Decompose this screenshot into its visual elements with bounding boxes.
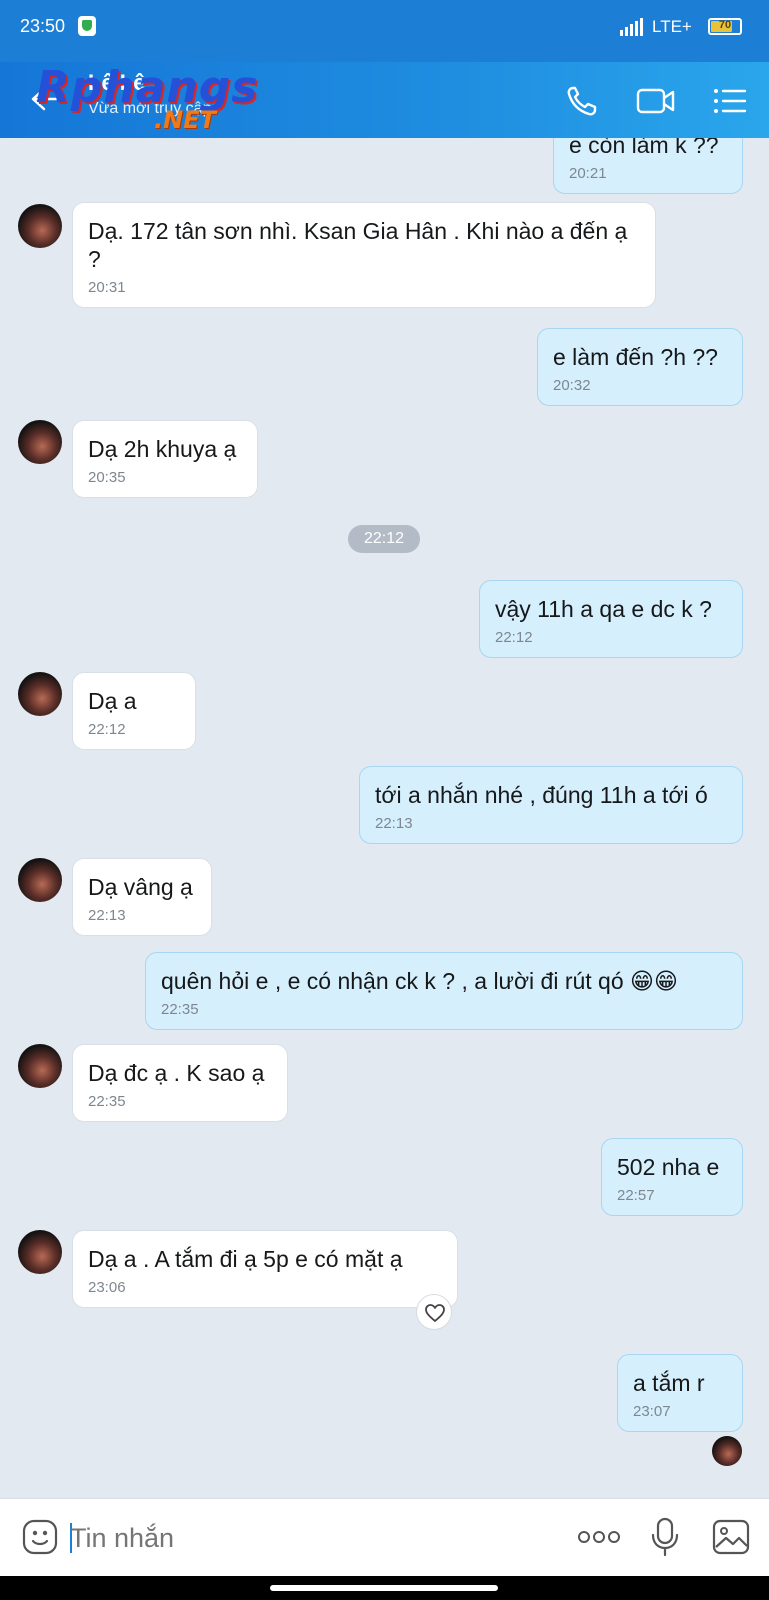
watermark-text: Rphangs <box>36 62 259 113</box>
message-incoming[interactable]: Dạ vâng ạ 22:13 <box>72 858 212 936</box>
more-options-icon[interactable] <box>576 1525 622 1549</box>
chat-header: Lê Lê Vừa mới truy cập Rphangs .NET <box>0 62 769 138</box>
message-list[interactable]: e còn làm k ?? 20:21 Dạ. 172 tân sơn nhì… <box>0 138 769 1498</box>
status-time: 23:50 <box>20 16 66 36</box>
message-time: 22:57 <box>617 1187 655 1204</box>
signal-icon <box>620 18 644 36</box>
message-text: Dạ. 172 tân sơn nhì. Ksan Gia Hân . Khi … <box>88 218 628 272</box>
message-outgoing[interactable]: vậy 11h a qa e dc k ? 22:12 <box>479 580 743 658</box>
message-incoming[interactable]: Dạ 2h khuya ạ 20:35 <box>72 420 258 498</box>
battery-level: 70 <box>718 19 732 31</box>
message-time: 22:35 <box>88 1093 126 1110</box>
home-gesture-handle[interactable] <box>270 1585 498 1591</box>
message-text: quên hỏi e , e có nhận ck k ? , a lười đ… <box>161 968 678 994</box>
message-time: 20:32 <box>553 377 591 394</box>
avatar[interactable] <box>18 858 62 902</box>
message-outgoing[interactable]: a tắm r 23:07 <box>617 1354 743 1432</box>
avatar[interactable] <box>18 1044 62 1088</box>
message-incoming[interactable]: Dạ đc ạ . K sao ạ 22:35 <box>72 1044 288 1122</box>
image-gallery-icon[interactable] <box>712 1519 750 1555</box>
message-text: Dạ a <box>88 688 137 714</box>
message-text: e làm đến ?h ?? <box>553 344 718 370</box>
avatar[interactable] <box>18 672 62 716</box>
seen-avatar <box>712 1436 742 1466</box>
message-time: 20:35 <box>88 469 126 486</box>
message-text: Dạ đc ạ . K sao ạ <box>88 1060 265 1086</box>
battery-icon: 70 <box>708 18 742 35</box>
message-incoming[interactable]: Dạ a . A tắm đi ạ 5p e có mặt ạ 23:06 <box>72 1230 458 1308</box>
message-time: 22:13 <box>88 907 126 924</box>
message-time: 22:35 <box>161 1001 199 1018</box>
message-text: e còn làm k ?? <box>569 138 719 158</box>
message-text: tới a nhắn nhé , đúng 11h a tới ó <box>375 782 708 808</box>
avatar[interactable] <box>18 1230 62 1274</box>
react-heart-button[interactable] <box>416 1294 452 1330</box>
emoji-sticker-icon[interactable] <box>22 1519 58 1555</box>
message-outgoing[interactable]: e làm đến ?h ?? 20:32 <box>537 328 743 406</box>
message-text: a tắm r <box>633 1370 705 1396</box>
message-outgoing[interactable]: 502 nha e 22:57 <box>601 1138 743 1216</box>
message-time: 20:21 <box>569 165 607 182</box>
message-outgoing[interactable]: tới a nhắn nhé , đúng 11h a tới ó 22:13 <box>359 766 743 844</box>
message-time: 23:06 <box>88 1279 126 1296</box>
message-incoming[interactable]: Dạ. 172 tân sơn nhì. Ksan Gia Hân . Khi … <box>72 202 656 308</box>
message-time: 22:13 <box>375 815 413 832</box>
avatar[interactable] <box>18 420 62 464</box>
message-text: Dạ a . A tắm đi ạ 5p e có mặt ạ <box>88 1246 403 1272</box>
message-time: 20:31 <box>88 279 126 296</box>
time-divider: 22:12 <box>348 525 420 553</box>
message-outgoing[interactable]: e còn làm k ?? 20:21 <box>553 138 743 194</box>
phone-icon[interactable] <box>564 84 600 118</box>
system-navigation-bar <box>0 1576 769 1600</box>
message-text: Dạ vâng ạ <box>88 874 193 900</box>
message-time: 23:07 <box>633 1403 671 1420</box>
watermark-suffix: .NET <box>154 106 216 134</box>
message-incoming[interactable]: Dạ a 22:12 <box>72 672 196 750</box>
message-outgoing[interactable]: quên hỏi e , e có nhận ck k ? , a lười đ… <box>145 952 743 1030</box>
network-type: LTE+ <box>652 17 692 36</box>
watermark-logo: Rphangs .NET <box>36 62 272 138</box>
message-text: vậy 11h a qa e dc k ? <box>495 596 712 622</box>
shield-icon <box>78 16 96 36</box>
avatar[interactable] <box>18 204 62 248</box>
message-text: Dạ 2h khuya ạ <box>88 436 237 462</box>
menu-list-icon[interactable] <box>712 84 748 118</box>
video-call-icon[interactable] <box>636 84 675 118</box>
message-composer <box>0 1498 769 1576</box>
message-text: 502 nha e <box>617 1154 720 1180</box>
microphone-icon[interactable] <box>650 1517 680 1557</box>
status-bar: 23:50 LTE+ 70 <box>0 0 769 62</box>
message-input[interactable] <box>70 1513 550 1563</box>
message-time: 22:12 <box>495 629 533 646</box>
message-time: 22:12 <box>88 721 126 738</box>
